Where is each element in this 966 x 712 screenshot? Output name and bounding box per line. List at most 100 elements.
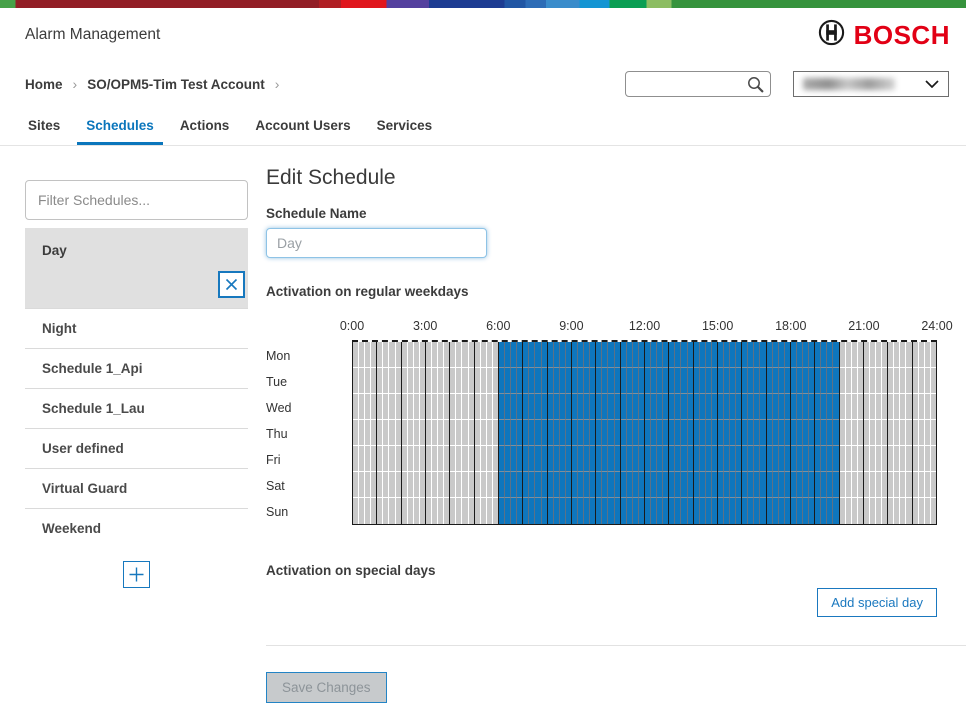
active-quarter-cell[interactable]: [688, 342, 693, 368]
active-quarter-cell[interactable]: [688, 472, 693, 498]
inactive-quarter-cell[interactable]: [493, 472, 498, 498]
inactive-quarter-cell[interactable]: [371, 446, 376, 472]
inactive-quarter-cell[interactable]: [469, 498, 474, 524]
active-quarter-cell[interactable]: [760, 342, 765, 368]
active-quarter-cell[interactable]: [663, 420, 668, 446]
active-quarter-cell[interactable]: [809, 394, 814, 420]
active-quarter-cell[interactable]: [785, 368, 790, 394]
inactive-quarter-cell[interactable]: [906, 420, 911, 446]
active-quarter-cell[interactable]: [785, 342, 790, 368]
active-quarter-cell[interactable]: [712, 394, 717, 420]
inactive-quarter-cell[interactable]: [396, 472, 401, 498]
active-quarter-cell[interactable]: [615, 394, 620, 420]
inactive-quarter-cell[interactable]: [469, 368, 474, 394]
active-quarter-cell[interactable]: [615, 472, 620, 498]
sidebar-item-weekend[interactable]: Weekend: [25, 508, 248, 548]
active-quarter-cell[interactable]: [809, 446, 814, 472]
active-quarter-cell[interactable]: [615, 498, 620, 524]
active-quarter-cell[interactable]: [542, 368, 547, 394]
inactive-quarter-cell[interactable]: [906, 446, 911, 472]
inactive-quarter-cell[interactable]: [858, 342, 863, 368]
active-quarter-cell[interactable]: [760, 498, 765, 524]
inactive-quarter-cell[interactable]: [906, 472, 911, 498]
inactive-quarter-cell[interactable]: [493, 446, 498, 472]
inactive-quarter-cell[interactable]: [371, 368, 376, 394]
inactive-quarter-cell[interactable]: [858, 498, 863, 524]
active-quarter-cell[interactable]: [517, 342, 522, 368]
active-quarter-cell[interactable]: [517, 472, 522, 498]
active-quarter-cell[interactable]: [663, 394, 668, 420]
inactive-quarter-cell[interactable]: [371, 472, 376, 498]
active-quarter-cell[interactable]: [736, 394, 741, 420]
filter-schedules-input[interactable]: [25, 180, 248, 220]
active-quarter-cell[interactable]: [542, 342, 547, 368]
active-quarter-cell[interactable]: [639, 368, 644, 394]
active-quarter-cell[interactable]: [639, 394, 644, 420]
save-changes-button[interactable]: Save Changes: [266, 672, 387, 703]
active-quarter-cell[interactable]: [833, 446, 838, 472]
inactive-quarter-cell[interactable]: [396, 446, 401, 472]
active-quarter-cell[interactable]: [566, 446, 571, 472]
active-quarter-cell[interactable]: [712, 472, 717, 498]
active-quarter-cell[interactable]: [590, 420, 595, 446]
schedule-name-input[interactable]: [266, 228, 487, 258]
tab-services[interactable]: Services: [368, 112, 442, 145]
sidebar-item-virtual-guard[interactable]: Virtual Guard: [25, 468, 248, 508]
inactive-quarter-cell[interactable]: [444, 420, 449, 446]
inactive-quarter-cell[interactable]: [906, 342, 911, 368]
inactive-quarter-cell[interactable]: [396, 342, 401, 368]
active-quarter-cell[interactable]: [833, 368, 838, 394]
inactive-quarter-cell[interactable]: [371, 394, 376, 420]
inactive-quarter-cell[interactable]: [493, 420, 498, 446]
active-quarter-cell[interactable]: [760, 472, 765, 498]
inactive-quarter-cell[interactable]: [931, 342, 936, 368]
active-quarter-cell[interactable]: [736, 472, 741, 498]
active-quarter-cell[interactable]: [736, 498, 741, 524]
active-quarter-cell[interactable]: [542, 498, 547, 524]
inactive-quarter-cell[interactable]: [420, 420, 425, 446]
inactive-quarter-cell[interactable]: [493, 394, 498, 420]
active-quarter-cell[interactable]: [615, 420, 620, 446]
inactive-quarter-cell[interactable]: [882, 446, 887, 472]
inactive-quarter-cell[interactable]: [882, 472, 887, 498]
inactive-quarter-cell[interactable]: [444, 394, 449, 420]
inactive-quarter-cell[interactable]: [420, 472, 425, 498]
account-selector[interactable]: [793, 71, 949, 97]
active-quarter-cell[interactable]: [639, 446, 644, 472]
inactive-quarter-cell[interactable]: [469, 342, 474, 368]
active-quarter-cell[interactable]: [736, 368, 741, 394]
active-quarter-cell[interactable]: [760, 368, 765, 394]
inactive-quarter-cell[interactable]: [396, 394, 401, 420]
search-icon[interactable]: [747, 76, 764, 93]
active-quarter-cell[interactable]: [833, 420, 838, 446]
inactive-quarter-cell[interactable]: [906, 368, 911, 394]
active-quarter-cell[interactable]: [712, 420, 717, 446]
inactive-quarter-cell[interactable]: [906, 498, 911, 524]
active-quarter-cell[interactable]: [712, 342, 717, 368]
active-quarter-cell[interactable]: [542, 394, 547, 420]
search-box[interactable]: [625, 71, 771, 97]
inactive-quarter-cell[interactable]: [882, 394, 887, 420]
inactive-quarter-cell[interactable]: [882, 368, 887, 394]
inactive-quarter-cell[interactable]: [493, 342, 498, 368]
active-quarter-cell[interactable]: [785, 420, 790, 446]
inactive-quarter-cell[interactable]: [931, 368, 936, 394]
active-quarter-cell[interactable]: [590, 342, 595, 368]
inactive-quarter-cell[interactable]: [469, 472, 474, 498]
active-quarter-cell[interactable]: [517, 394, 522, 420]
active-quarter-cell[interactable]: [809, 472, 814, 498]
active-quarter-cell[interactable]: [663, 498, 668, 524]
inactive-quarter-cell[interactable]: [858, 472, 863, 498]
active-quarter-cell[interactable]: [712, 446, 717, 472]
active-quarter-cell[interactable]: [566, 368, 571, 394]
inactive-quarter-cell[interactable]: [882, 342, 887, 368]
active-quarter-cell[interactable]: [712, 498, 717, 524]
inactive-quarter-cell[interactable]: [371, 420, 376, 446]
active-quarter-cell[interactable]: [785, 472, 790, 498]
active-quarter-cell[interactable]: [809, 368, 814, 394]
breadcrumb-item-home[interactable]: Home: [25, 77, 63, 92]
search-input[interactable]: [634, 76, 747, 93]
inactive-quarter-cell[interactable]: [931, 472, 936, 498]
active-quarter-cell[interactable]: [833, 472, 838, 498]
inactive-quarter-cell[interactable]: [931, 394, 936, 420]
